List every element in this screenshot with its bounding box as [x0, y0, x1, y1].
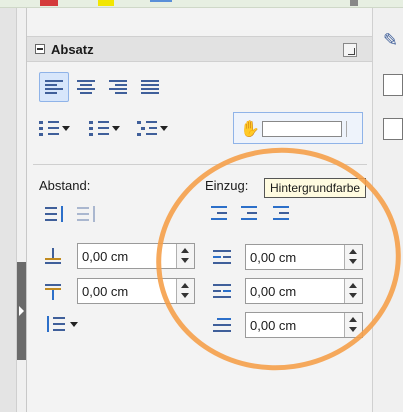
section-divider: [33, 164, 367, 165]
spacing-label: Abstand:: [39, 178, 91, 193]
bullet-list-icon: [39, 120, 59, 136]
styles-tab-icon[interactable]: [383, 74, 403, 96]
align-center-button[interactable]: [71, 72, 101, 102]
highlight-color-icon[interactable]: [98, 0, 114, 6]
decrease-indent-icon[interactable]: [241, 204, 263, 224]
navigator-tab-icon[interactable]: [383, 118, 403, 140]
above-paragraph-spacing-icon: [45, 246, 67, 266]
background-color-button[interactable]: ✋: [233, 112, 363, 144]
align-right-icon: [109, 80, 127, 94]
decrease-paragraph-spacing-icon[interactable]: [77, 204, 99, 224]
numbered-list-button[interactable]: [89, 120, 120, 136]
character-spacing-icon[interactable]: [150, 0, 172, 6]
before-text-indent-icon: [213, 248, 235, 268]
outline-list-dropdown-icon[interactable]: [160, 125, 168, 131]
numbered-list-dropdown-icon[interactable]: [112, 125, 120, 131]
numbered-list-icon: [89, 120, 109, 136]
first-line-indent-field[interactable]: 0,00 cm: [245, 312, 363, 338]
justify-button[interactable]: [135, 72, 165, 102]
after-indent-stepper[interactable]: [344, 279, 362, 303]
paragraph-section-header: Absatz: [27, 36, 373, 62]
above-spacing-value: 0,00 cm: [82, 249, 129, 264]
justify-icon: [141, 80, 159, 94]
before-indent-value: 0,00 cm: [250, 250, 297, 265]
background-color-swatch: [262, 121, 342, 137]
font-color-icon[interactable]: [40, 0, 58, 6]
above-paragraph-spacing-field[interactable]: 0,00 cm: [77, 243, 195, 269]
align-center-icon: [77, 80, 95, 94]
after-text-indent-field[interactable]: 0,00 cm: [245, 278, 363, 304]
first-line-indent-icon: [213, 316, 235, 336]
increase-indent-icon[interactable]: [211, 204, 233, 224]
below-spacing-stepper[interactable]: [176, 279, 194, 303]
outline-list-icon: [137, 120, 157, 136]
line-spacing-button[interactable]: [45, 314, 78, 334]
below-paragraph-spacing-field[interactable]: 0,00 cm: [77, 278, 195, 304]
line-spacing-icon: [45, 314, 67, 334]
background-color-dropdown[interactable]: [346, 121, 360, 137]
bullet-list-dropdown-icon[interactable]: [62, 125, 70, 131]
first-line-indent-value: 0,00 cm: [250, 318, 297, 333]
below-spacing-value: 0,00 cm: [82, 284, 129, 299]
background-color-tooltip: Hintergrundfarbe: [264, 178, 367, 198]
section-title: Absatz: [51, 42, 94, 57]
hanging-indent-icon[interactable]: [273, 204, 295, 224]
line-spacing-dropdown-icon[interactable]: [70, 321, 78, 327]
bullet-list-button[interactable]: [39, 120, 70, 136]
align-left-icon: [45, 80, 63, 94]
above-spacing-stepper[interactable]: [176, 244, 194, 268]
properties-tab-icon[interactable]: ✎: [383, 30, 403, 52]
below-paragraph-spacing-icon: [45, 282, 67, 302]
more-options-button[interactable]: [343, 43, 357, 57]
document-edge: [0, 8, 17, 412]
collapse-section-icon[interactable]: [35, 44, 45, 54]
before-text-indent-field[interactable]: 0,00 cm: [245, 244, 363, 270]
after-indent-value: 0,00 cm: [250, 284, 297, 299]
top-toolbar-strip: [0, 0, 403, 8]
before-indent-stepper[interactable]: [344, 245, 362, 269]
outline-list-button[interactable]: [137, 120, 168, 136]
first-line-indent-stepper[interactable]: [344, 313, 362, 337]
more-icon[interactable]: [350, 0, 358, 6]
align-right-button[interactable]: [103, 72, 133, 102]
after-text-indent-icon: [213, 282, 235, 302]
increase-paragraph-spacing-icon[interactable]: [45, 204, 67, 224]
sidebar-tab-bar: ✎: [372, 8, 403, 412]
indent-label: Einzug:: [205, 178, 249, 193]
align-left-button[interactable]: [39, 72, 69, 102]
sidebar-panel: Absatz ✋ Abstand: Einzug: 0,00 cm 0,00 c…: [26, 8, 373, 412]
sidebar-collapse-handle[interactable]: [17, 262, 26, 360]
paint-bucket-icon: ✋: [240, 121, 260, 138]
